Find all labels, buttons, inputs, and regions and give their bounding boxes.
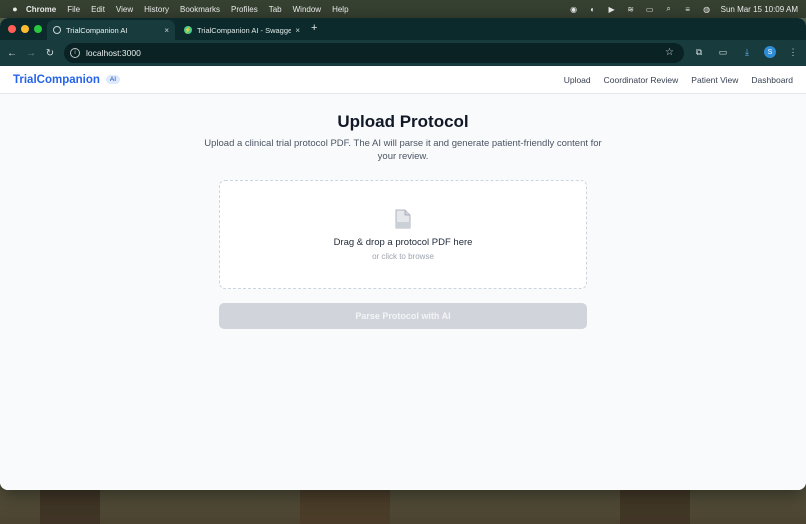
pdf-dropzone[interactable]: Drag & drop a protocol PDF here or click… [219,180,587,289]
bookmark-star-icon[interactable]: ☆ [665,47,674,58]
more-menu-icon[interactable]: ⋮ [786,45,800,59]
menu-history[interactable]: History [144,5,169,14]
menu-bookmarks[interactable]: Bookmarks [180,5,220,14]
browser-window: TrialCompanion AI × ⚡ TrialCompanion AI … [0,18,806,490]
new-tab-button[interactable]: + [311,22,317,34]
minimize-window-button[interactable] [21,25,29,33]
main-nav: Upload Coordinator Review Patient View D… [564,66,793,94]
forward-icon[interactable]: → [24,46,38,60]
back-icon[interactable]: ← [5,46,19,60]
web-page: TrialCompanion AI Upload Coordinator Rev… [0,66,806,490]
page-title: Upload Protocol [337,112,469,131]
nav-patient-view[interactable]: Patient View [691,75,738,85]
siri-icon[interactable]: ◍ [702,4,712,14]
browser-toolbar: ← → ↻ i localhost:3000 ☆ ⧉ ▭ ⤓ S ⋮ [0,40,806,66]
app-header: TrialCompanion AI Upload Coordinator Rev… [0,66,806,94]
brand-logo[interactable]: TrialCompanion [13,74,100,86]
menu-help[interactable]: Help [332,5,348,14]
tab-label: TrialCompanion AI - Swagger [197,25,292,35]
reload-icon[interactable]: ↻ [43,46,57,60]
play-icon[interactable]: ▶ [607,4,617,14]
search-icon[interactable]: ⌕ [664,4,674,14]
extensions-icon[interactable]: ⧉ [692,45,706,59]
status-icon[interactable]: ◐ [588,4,598,14]
url-text[interactable]: localhost:3000 [86,48,141,58]
menu-profiles[interactable]: Profiles [231,5,258,14]
window-controls [8,25,42,33]
address-bar[interactable]: i localhost:3000 ☆ [64,43,684,63]
download-icon[interactable]: ⤓ [740,45,754,59]
control-center-icon[interactable]: ≡ [683,4,693,14]
close-icon[interactable]: × [164,26,169,35]
ai-badge: AI [105,75,121,84]
menu-clock[interactable]: Sun Mar 15 10:09 AM [721,5,798,14]
page-subtitle: Upload a clinical trial protocol PDF. Th… [204,138,602,162]
camera-icon[interactable]: ◉ [569,4,579,14]
tab-strip: TrialCompanion AI × ⚡ TrialCompanion AI … [0,18,806,40]
apple-icon[interactable]: ● [10,4,20,14]
tab-label: TrialCompanion AI [66,25,128,35]
tab-swagger[interactable]: ⚡ TrialCompanion AI - Swagger × [178,20,306,40]
parse-protocol-button[interactable]: Parse Protocol with AI [219,303,587,329]
nav-dashboard[interactable]: Dashboard [751,75,793,85]
swagger-icon: ⚡ [184,26,192,34]
document-icon [395,209,411,229]
menu-edit[interactable]: Edit [91,5,105,14]
menu-file[interactable]: File [67,5,80,14]
site-info-icon[interactable]: i [70,48,80,58]
tab-trialcompanion[interactable]: TrialCompanion AI × [47,20,175,40]
cast-icon[interactable]: ▭ [716,45,730,59]
menu-view[interactable]: View [116,5,133,14]
dropzone-primary-text: Drag & drop a protocol PDF here [333,237,473,248]
menu-app-name[interactable]: Chrome [26,5,56,14]
menu-window[interactable]: Window [293,5,321,14]
menu-tab[interactable]: Tab [269,5,282,14]
nav-upload[interactable]: Upload [564,75,591,85]
globe-icon [53,26,61,34]
close-window-button[interactable] [8,25,16,33]
profile-avatar[interactable]: S [764,46,776,58]
close-icon[interactable]: × [295,26,300,35]
zoom-window-button[interactable] [34,25,42,33]
macos-menu-bar: ● Chrome File Edit View History Bookmark… [0,0,806,18]
battery-icon[interactable]: ▭ [645,4,655,14]
wifi-icon[interactable]: ≋ [626,4,636,14]
dropzone-secondary-text: or click to browse [372,252,434,261]
nav-coordinator-review[interactable]: Coordinator Review [604,75,679,85]
